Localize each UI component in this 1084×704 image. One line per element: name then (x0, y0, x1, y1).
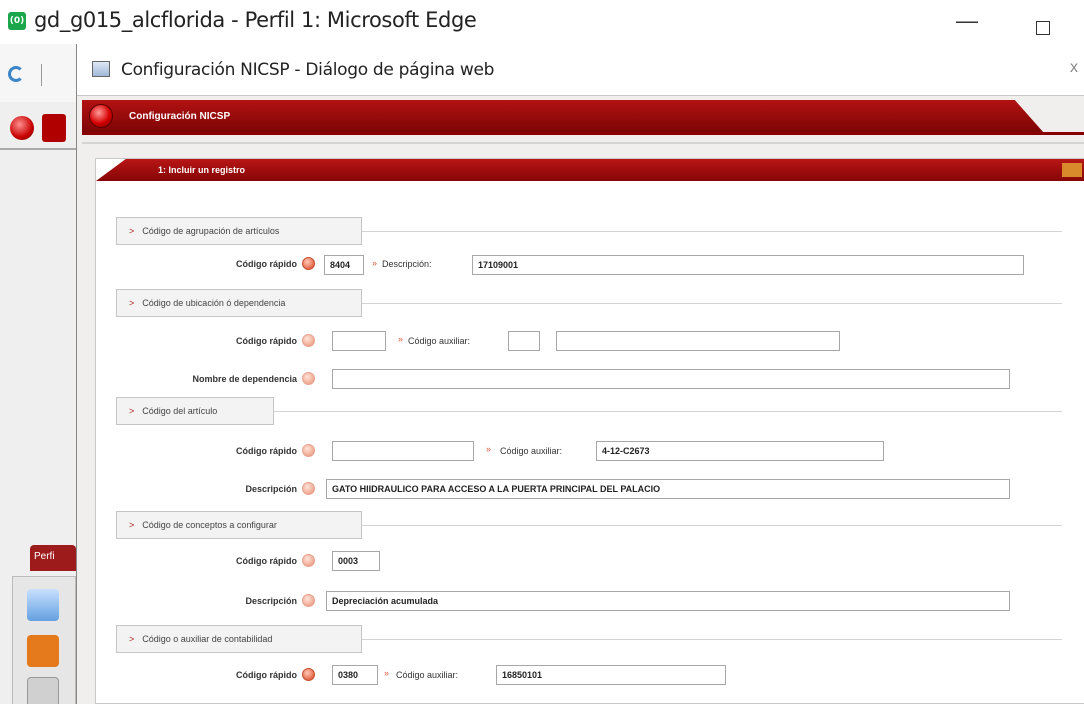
articulo-descripcion-input[interactable]: GATO HIIDRAULICO PARA ACCESO A LA PUERTA… (326, 479, 1010, 499)
refresh-icon[interactable] (8, 66, 24, 82)
nicsp-dialog: Configuración NICSP - Diálogo de página … (76, 44, 1084, 704)
required-icon (302, 444, 315, 457)
house-chart-icon[interactable] (27, 635, 59, 667)
section-rule (362, 525, 1062, 526)
required-star-icon: » (486, 444, 492, 454)
browser-toolbar (0, 44, 76, 102)
dialog-close-button[interactable]: x (1070, 59, 1078, 77)
ubicacion-auxiliar-descripcion-input[interactable] (556, 331, 840, 351)
ubicacion-codigo-rapido-input[interactable] (332, 331, 386, 351)
strip-divider (0, 148, 76, 150)
contabilidad-codigo-rapido-input[interactable]: 0380 (332, 665, 378, 685)
codigo-rapido-label: Código rápido (236, 446, 297, 456)
section-contabilidad[interactable]: > Código o auxiliar de contabilidad (116, 625, 362, 653)
required-icon (302, 257, 315, 270)
app-logo-icon[interactable] (10, 116, 34, 140)
agrupacion-descripcion-input[interactable]: 17109001 (472, 255, 1024, 275)
browser-window-title: gd_g015_alcflorida - Perfil 1: Microsoft… (34, 8, 477, 32)
agrupacion-codigo-rapido-input[interactable]: 8404 (324, 255, 364, 275)
expand-arrow-icon: > (129, 226, 135, 236)
required-icon (302, 554, 315, 567)
browser-titlebar: (0) gd_g015_alcflorida - Perfil 1: Micro… (0, 0, 1084, 44)
section-ubicacion[interactable]: > Código de ubicación ó dependencia (116, 289, 362, 317)
background-app-strip: Perfi (0, 102, 76, 704)
panel-corner-icon[interactable] (1062, 163, 1082, 177)
descripcion-label: Descripción (245, 596, 297, 606)
contabilidad-codigo-auxiliar-input[interactable]: 16850101 (496, 665, 726, 685)
app-icon: (0) (8, 12, 26, 30)
conceptos-codigo-rapido-input[interactable]: 0003 (332, 551, 380, 571)
section-articulo[interactable]: > Código del artículo (116, 397, 274, 425)
expand-arrow-icon: > (129, 298, 135, 308)
codigo-rapido-label: Código rápido (236, 670, 297, 680)
dialog-window-title: Configuración NICSP - Diálogo de página … (121, 60, 495, 80)
articulo-codigo-rapido-input[interactable] (332, 441, 474, 461)
conceptos-descripcion-input[interactable]: Depreciación acumulada (326, 591, 1010, 611)
section-rule (274, 411, 1062, 412)
dialog-titlebar: Configuración NICSP - Diálogo de página … (77, 44, 1084, 96)
expand-arrow-icon: > (129, 406, 135, 416)
nombre-dependencia-label: Nombre de dependencia (192, 374, 297, 384)
header-title: Configuración NICSP (129, 111, 231, 122)
section-rule (362, 231, 1062, 232)
minimize-button[interactable]: — (956, 8, 978, 34)
section-agrupacion[interactable]: > Código de agrupación de artículos (116, 217, 362, 245)
section-conceptos[interactable]: > Código de conceptos a configurar (116, 511, 362, 539)
articulo-codigo-auxiliar-input[interactable]: 4-12-C2673 (596, 441, 884, 461)
codigo-auxiliar-label: Código auxiliar: (500, 446, 563, 456)
descripcion-label: Descripción (245, 484, 297, 494)
required-icon (302, 668, 315, 681)
profile-tab[interactable]: Perfi (30, 545, 76, 571)
dialog-page-icon (92, 61, 110, 77)
toolbar-separator (41, 64, 42, 86)
app-menu-icon[interactable] (42, 114, 66, 142)
section-title: Código de agrupación de artículos (142, 226, 280, 236)
required-icon (302, 372, 315, 385)
document-icon[interactable] (27, 589, 59, 621)
panel-title: 1: Incluir un registro (158, 165, 246, 175)
required-icon (302, 482, 315, 495)
required-star-icon: » (398, 334, 404, 344)
header-underline (82, 132, 1084, 135)
codigo-rapido-label: Código rápido (236, 556, 297, 566)
section-title: Código o auxiliar de contabilidad (142, 634, 273, 644)
required-star-icon: » (372, 258, 378, 268)
descripcion-label: Descripción: (382, 259, 432, 269)
section-rule (362, 303, 1062, 304)
required-icon (302, 594, 315, 607)
header-divider (82, 142, 1084, 144)
print-icon[interactable] (27, 677, 59, 704)
expand-arrow-icon: > (129, 634, 135, 644)
header-logo-icon (89, 104, 113, 128)
maximize-button[interactable] (1036, 21, 1050, 35)
codigo-rapido-label: Código rápido (236, 336, 297, 346)
dialog-body: Configuración NICSP 1: Incluir un regist… (77, 96, 1084, 704)
side-icon-panel (12, 576, 76, 704)
expand-arrow-icon: > (129, 520, 135, 530)
section-title: Código del artículo (142, 406, 218, 416)
header-band (82, 100, 1045, 134)
section-rule (362, 639, 1062, 640)
codigo-auxiliar-label: Código auxiliar: (396, 670, 459, 680)
nombre-dependencia-input[interactable] (332, 369, 1010, 389)
record-panel: 1: Incluir un registro > Código de agrupa… (95, 158, 1084, 704)
ubicacion-codigo-auxiliar-input[interactable] (508, 331, 540, 351)
codigo-auxiliar-label: Código auxiliar: (408, 336, 471, 346)
codigo-rapido-label: Código rápido (236, 259, 297, 269)
required-star-icon: » (384, 668, 390, 678)
required-icon (302, 334, 315, 347)
section-title: Código de conceptos a configurar (142, 520, 277, 530)
section-title: Código de ubicación ó dependencia (142, 298, 286, 308)
